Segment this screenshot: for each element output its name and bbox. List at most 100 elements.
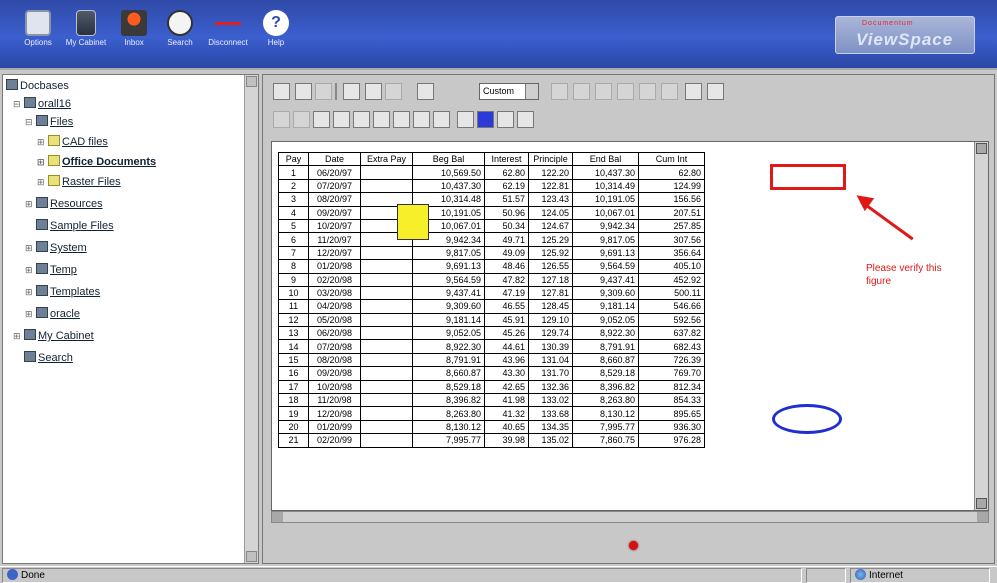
expand-icon[interactable]: ⊞ <box>37 177 46 188</box>
last-page-icon[interactable] <box>639 83 656 100</box>
thumbnails-icon[interactable] <box>551 83 568 100</box>
copy-icon[interactable] <box>315 83 332 100</box>
table-cell: 17 <box>278 379 309 395</box>
annotation-note[interactable]: Please verify this figure <box>866 262 966 288</box>
annotation-toolbar <box>267 107 991 133</box>
tree-item-label: Files <box>50 116 74 128</box>
previous-page-icon[interactable] <box>595 83 612 100</box>
text-icon[interactable] <box>393 111 410 128</box>
document-vertical-scrollbar[interactable] <box>974 142 988 510</box>
color-icon[interactable] <box>477 111 494 128</box>
expand-icon[interactable]: ⊞ <box>25 243 34 254</box>
line-width-icon[interactable] <box>457 111 474 128</box>
tree-item-files[interactable]: ⊟ Files <box>25 115 73 128</box>
ellipse-icon[interactable] <box>333 111 350 128</box>
search-button[interactable]: Search <box>156 6 204 64</box>
markup-icon[interactable] <box>707 83 724 100</box>
tree-item-sample-files[interactable]: Sample Files <box>25 219 114 232</box>
chevron-down-icon[interactable] <box>525 84 538 99</box>
arrow-tool-icon[interactable] <box>517 111 534 128</box>
table-cell: 10,437.30 <box>572 165 639 180</box>
cabinet-icon <box>36 285 48 296</box>
expand-icon[interactable]: ⊞ <box>25 199 34 210</box>
document-horizontal-scrollbar[interactable] <box>271 511 989 523</box>
highlighter-icon[interactable] <box>413 111 430 128</box>
highlight-rectangle[interactable] <box>770 164 846 190</box>
table-cell: 637.82 <box>638 326 705 341</box>
page-icon[interactable] <box>661 83 678 100</box>
tree-item-system[interactable]: ⊞ System <box>25 241 87 254</box>
print-icon[interactable] <box>295 83 312 100</box>
my-cabinet-button[interactable]: My Cabinet <box>62 6 110 64</box>
table-cell: 10/20/98 <box>308 379 361 395</box>
sticky-note[interactable] <box>397 204 429 240</box>
tree-item-raster-files[interactable]: ⊞ Raster Files <box>37 175 121 188</box>
expand-icon[interactable]: ⊞ <box>25 265 34 276</box>
table-cell: 51.57 <box>484 192 529 207</box>
table-cell <box>360 245 413 261</box>
table-cell <box>360 299 413 314</box>
collapse-icon[interactable]: ⊟ <box>25 117 34 128</box>
zoom-icon[interactable] <box>365 83 382 100</box>
expand-icon[interactable]: ⊞ <box>37 157 46 168</box>
pen-icon[interactable] <box>433 111 450 128</box>
table-cell: 124.67 <box>528 218 573 234</box>
fit-page-icon[interactable] <box>343 83 360 100</box>
expand-icon[interactable]: ⊞ <box>25 287 34 298</box>
scroll-down-arrow-icon[interactable] <box>976 498 987 509</box>
highlight-ellipse[interactable] <box>772 404 842 434</box>
table-cell <box>360 433 413 448</box>
settings-icon[interactable] <box>685 83 702 100</box>
table-cell: 8,529.18 <box>572 366 639 381</box>
table-cell: 06/20/98 <box>308 326 361 341</box>
table-cell: 125.92 <box>528 245 573 261</box>
tree-root[interactable]: Docbases <box>6 79 69 92</box>
table-cell: 126.55 <box>528 259 573 274</box>
tree-item-resources[interactable]: ⊞ Resources <box>25 197 103 210</box>
inbox-button[interactable]: Inbox <box>110 6 158 64</box>
scroll-down-arrow-icon[interactable] <box>246 551 257 562</box>
rectangle-icon[interactable] <box>353 111 370 128</box>
text-box-icon[interactable] <box>293 111 310 128</box>
tree-item-search[interactable]: Search <box>13 351 73 364</box>
tree-item-label: CAD files <box>62 136 108 148</box>
pan-icon[interactable] <box>385 83 402 100</box>
open-icon[interactable] <box>273 83 290 100</box>
scroll-left-arrow-icon[interactable] <box>272 512 283 522</box>
first-page-icon[interactable] <box>573 83 590 100</box>
tree-item-temp[interactable]: ⊞ Temp <box>25 263 77 276</box>
table-cell <box>360 339 413 354</box>
expand-icon[interactable]: ⊞ <box>25 309 34 320</box>
scroll-right-arrow-icon[interactable] <box>977 512 988 522</box>
table-cell: 10,569.50 <box>412 165 485 180</box>
scroll-up-arrow-icon[interactable] <box>246 76 257 87</box>
payment-table: Pay Date Extra Pay Beg Bal Interest Prin… <box>278 151 705 448</box>
zoom-select[interactable]: Custom <box>479 83 539 100</box>
collapse-icon[interactable]: ⊟ <box>13 99 22 110</box>
select-icon[interactable] <box>273 111 290 128</box>
tree-item-cad-files[interactable]: ⊞ CAD files <box>37 135 108 148</box>
options-button[interactable]: Options <box>14 6 62 64</box>
cross-out-icon[interactable] <box>373 111 390 128</box>
table-cell: 8,263.80 <box>412 406 485 421</box>
next-page-icon[interactable] <box>617 83 634 100</box>
expand-icon[interactable]: ⊞ <box>37 137 46 148</box>
rotate-icon[interactable] <box>417 83 434 100</box>
table-cell: 05/20/98 <box>308 312 361 328</box>
table-cell: 726.39 <box>638 352 705 368</box>
expand-icon[interactable]: ⊞ <box>13 331 22 342</box>
table-row: 9 02/20/98 9,564.59 47.82 127.18 9,437.41 452.… <box>278 272 705 287</box>
fill-icon[interactable] <box>497 111 514 128</box>
tree-item-orall16[interactable]: ⊟ orall16 <box>13 97 71 110</box>
disconnect-button[interactable]: Disconnect <box>204 6 252 64</box>
line-icon[interactable] <box>313 111 330 128</box>
tree-item-oracle[interactable]: ⊞ oracle <box>25 307 80 320</box>
tree-item-my-cabinet[interactable]: ⊞ My Cabinet <box>13 329 94 342</box>
tree-item-office-documents[interactable]: ⊞ Office Documents <box>37 155 156 168</box>
help-button[interactable]: ? Help <box>252 6 300 64</box>
scroll-up-arrow-icon[interactable] <box>976 143 987 154</box>
tree-vertical-scrollbar[interactable] <box>244 75 258 563</box>
folder-icon <box>48 175 60 186</box>
tree-item-templates[interactable]: ⊞ Templates <box>25 285 100 298</box>
document-page[interactable]: Pay Date Extra Pay Beg Bal Interest Prin… <box>271 141 989 511</box>
